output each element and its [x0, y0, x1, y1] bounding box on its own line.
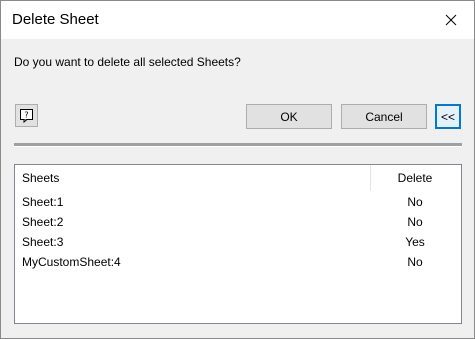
sheet-name: MyCustomSheet:4	[22, 255, 121, 269]
delete-value: Yes	[405, 235, 425, 249]
ok-button[interactable]: OK	[246, 104, 332, 129]
close-icon	[445, 14, 457, 26]
cancel-button[interactable]: Cancel	[341, 104, 427, 129]
close-button[interactable]	[428, 1, 474, 39]
list-item[interactable]: Sheet:1 No	[15, 192, 461, 212]
column-header-sheets[interactable]: Sheets	[15, 165, 371, 191]
list-item[interactable]: Sheet:2 No	[15, 212, 461, 232]
confirmation-message: Do you want to delete all selected Sheet…	[14, 55, 241, 69]
sheet-name: Sheet:1	[22, 195, 64, 209]
list-item[interactable]: MyCustomSheet:4 No	[15, 252, 461, 272]
delete-value: No	[407, 195, 423, 209]
sheet-name: Sheet:3	[22, 235, 64, 249]
svg-text:?: ?	[24, 111, 28, 120]
help-button[interactable]: ?	[15, 104, 38, 127]
delete-sheet-dialog: Delete Sheet Do you want to delete all s…	[0, 0, 475, 339]
delete-value: No	[407, 255, 423, 269]
dialog-title: Delete Sheet	[12, 11, 99, 28]
separator	[14, 143, 462, 147]
list-header: Sheets Delete	[15, 165, 461, 191]
title-bar: Delete Sheet	[1, 1, 474, 39]
list-rows: Sheet:1 No Sheet:2 No Sheet:3 Yes MyCust…	[15, 192, 461, 272]
collapse-button[interactable]: <<	[435, 104, 461, 129]
sheets-list[interactable]: Sheets Delete Sheet:1 No Sheet:2 No Shee…	[14, 164, 462, 324]
column-header-delete[interactable]: Delete	[371, 165, 459, 191]
delete-value: No	[407, 215, 423, 229]
list-item[interactable]: Sheet:3 Yes	[15, 232, 461, 252]
sheet-name: Sheet:2	[22, 215, 64, 229]
help-icon: ?	[20, 109, 33, 123]
